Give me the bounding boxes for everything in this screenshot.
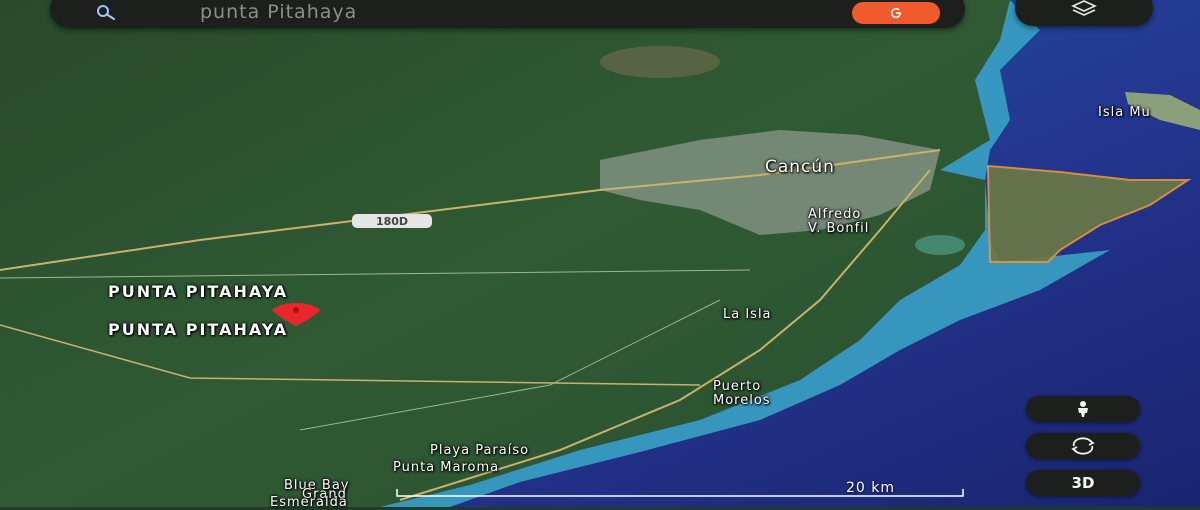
place-label-punta-pitahaya: PUNTA PITAHAYA <box>108 282 289 301</box>
place-label-alfredo-bonfil: Alfredo V. Bonfil <box>808 207 870 236</box>
place-label-la-isla: La Isla <box>723 307 772 322</box>
place-label-puerto-morelos: Puerto Morelos <box>713 379 771 408</box>
pegman-icon <box>1078 401 1088 417</box>
location-pin-dot <box>293 307 299 313</box>
wetland-patch <box>600 46 720 78</box>
satellite-map[interactable]: 180D <box>0 0 1200 507</box>
search-icon[interactable] <box>95 4 117 22</box>
wetland-patch <box>915 235 965 255</box>
place-label-punta-pitahaya-2: PUNTA PITAHAYA <box>108 320 289 339</box>
google-search-button[interactable] <box>852 2 940 24</box>
view-3d-button[interactable]: 3D <box>1026 470 1140 496</box>
place-label-isla-mujeres: Isla Mu <box>1098 105 1151 120</box>
search-bar[interactable]: punta Pitahaya <box>50 0 965 28</box>
view-3d-label: 3D <box>1071 474 1095 492</box>
rotate-arrows-icon <box>1071 437 1095 455</box>
search-input[interactable]: punta Pitahaya <box>200 1 357 23</box>
place-label-cancun: Cancún <box>765 157 835 177</box>
google-g-icon <box>890 7 901 19</box>
street-view-button[interactable] <box>1026 396 1140 422</box>
layers-icon <box>1071 0 1097 16</box>
rotate-view-button[interactable] <box>1026 433 1140 459</box>
place-label-punta-maroma: Punta Maroma <box>393 460 500 475</box>
place-label-esmeralda: Esmeralda <box>270 495 348 510</box>
layers-button[interactable] <box>1015 0 1153 26</box>
place-label-playa-paraiso: Playa Paraíso <box>430 443 530 458</box>
highway-shield-label: 180D <box>376 215 408 228</box>
scale-bar <box>396 489 964 497</box>
